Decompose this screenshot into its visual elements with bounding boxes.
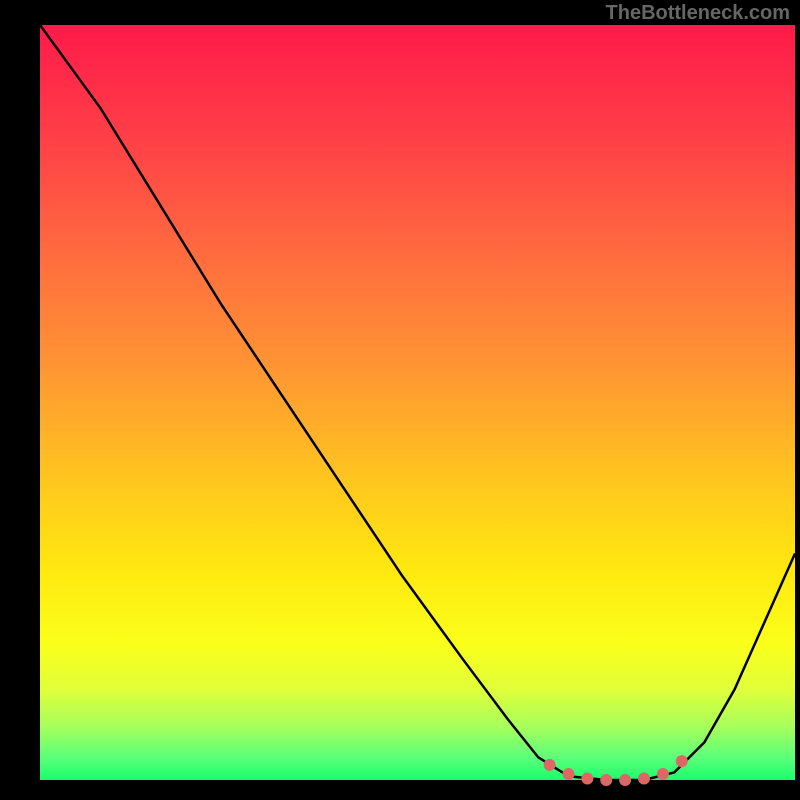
optimal-range-marker — [676, 755, 688, 767]
watermark: TheBottleneck.com — [606, 2, 790, 25]
optimal-range-marker — [638, 772, 650, 784]
optimal-range-marker — [657, 768, 669, 780]
optimal-range-marker — [544, 759, 556, 771]
bottleneck-chart — [0, 0, 800, 800]
optimal-range-marker — [619, 774, 631, 786]
optimal-range-marker — [563, 768, 575, 780]
optimal-range-marker — [581, 772, 593, 784]
chart-container: TheBottleneck.com — [0, 0, 800, 800]
optimal-range-marker — [600, 774, 612, 786]
gradient-background — [40, 25, 795, 780]
